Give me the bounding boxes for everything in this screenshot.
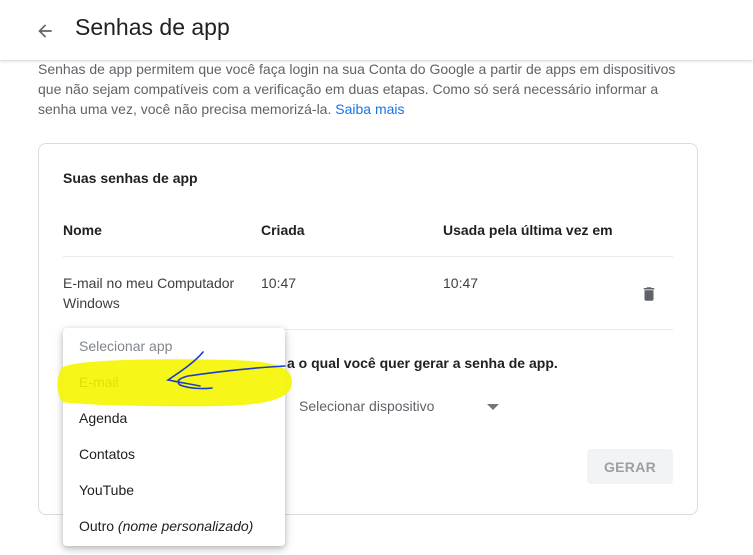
row-last-used-time: 10:47 xyxy=(443,275,479,291)
card-title: Suas senhas de app xyxy=(63,170,198,186)
app-select-dropdown: Selecionar app E-mail Agenda Contatos Yo… xyxy=(63,328,285,546)
header-divider xyxy=(63,256,673,257)
generate-button[interactable]: GERAR xyxy=(587,449,673,484)
device-select-label: Selecionar dispositivo xyxy=(299,398,435,414)
other-label: Outro xyxy=(79,518,118,534)
row-app-name: E-mail no meu Computador Windows xyxy=(63,275,235,311)
column-header-last-used: Usada pela última vez em xyxy=(443,222,613,238)
back-button[interactable] xyxy=(30,16,60,46)
dropdown-option-email[interactable]: E-mail xyxy=(63,364,285,400)
intro-description: Senhas de app permitem que você faça log… xyxy=(38,59,698,119)
row-created-time: 10:47 xyxy=(261,275,297,291)
column-header-created: Criada xyxy=(261,222,305,238)
caret-down-icon xyxy=(487,404,499,410)
dropdown-option-youtube[interactable]: YouTube xyxy=(63,472,285,508)
dropdown-option-contacts[interactable]: Contatos xyxy=(63,436,285,472)
delete-password-button[interactable] xyxy=(639,284,659,304)
dropdown-placeholder: Selecionar app xyxy=(79,338,173,354)
other-custom-name-label: (nome personalizado) xyxy=(117,518,254,534)
learn-more-link[interactable]: Saiba mais xyxy=(335,101,404,117)
dropdown-option-calendar[interactable]: Agenda xyxy=(63,400,285,436)
generate-instruction: a o qual você quer gerar a senha de app. xyxy=(287,355,558,371)
page-title: Senhas de app xyxy=(75,14,230,40)
device-select[interactable]: Selecionar dispositivo xyxy=(299,394,499,422)
dropdown-option-other[interactable]: Outro (nome personalizado) xyxy=(63,508,285,544)
app-header: Senhas de app xyxy=(0,0,753,60)
column-header-name: Nome xyxy=(63,222,102,238)
trash-icon xyxy=(643,287,655,301)
arrow-left-icon xyxy=(38,24,52,38)
